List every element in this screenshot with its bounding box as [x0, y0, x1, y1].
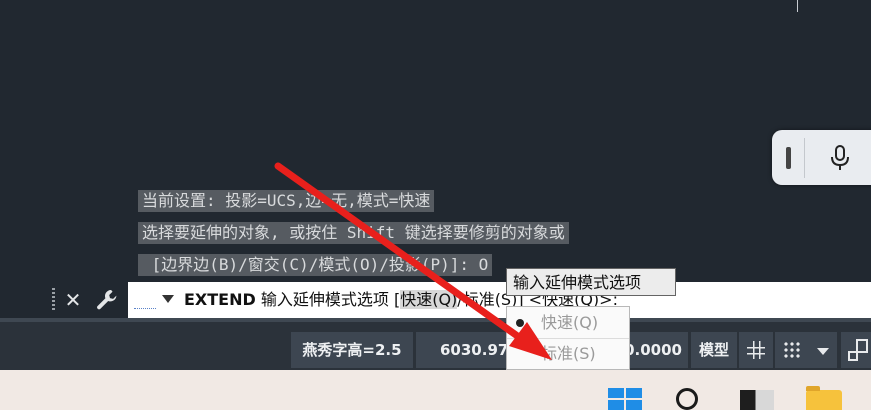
windows-taskbar: [0, 370, 871, 410]
command-line-grip-icon[interactable]: [52, 288, 55, 312]
option-tooltip: 输入延伸模式选项: [506, 268, 676, 296]
text-height-display[interactable]: 燕秀字高=2.5: [291, 332, 413, 368]
drag-handle-icon[interactable]: [786, 147, 791, 169]
file-explorer-icon[interactable]: [806, 386, 842, 410]
model-space-button[interactable]: 模型: [691, 332, 737, 368]
menu-item-standard[interactable]: 标准(S): [507, 339, 629, 369]
command-history-line: 当前设置: 投影=UCS,边=无,模式=快速: [138, 190, 435, 212]
voice-input-bar[interactable]: [772, 130, 871, 185]
wrench-icon[interactable]: [94, 287, 120, 313]
menu-item-quick[interactable]: 快速(Q): [507, 308, 629, 338]
snap-dropdown-icon[interactable]: [817, 348, 829, 355]
search-icon[interactable]: [676, 388, 698, 410]
command-prompt-icon: [134, 292, 156, 309]
recent-commands-dropdown-icon[interactable]: [162, 295, 174, 303]
command-history-line: 选择要延伸的对象, 或按住 Shift 键选择要修剪的对象或: [138, 222, 569, 244]
app-icon[interactable]: [740, 390, 774, 410]
ortho-icon: [848, 339, 868, 361]
menu-item-label: 标准(S): [541, 344, 596, 363]
option-quick-link[interactable]: 快速(Q): [400, 290, 458, 309]
grid-toggle-button[interactable]: [739, 332, 773, 368]
command-line-input[interactable]: EXTEND 输入延伸模式选项 [快速(Q)/标准(S)] <快速(Q)>:: [128, 282, 871, 318]
close-icon[interactable]: ✕: [62, 287, 84, 313]
command-name: EXTEND: [184, 290, 256, 309]
command-line-toolbar: ✕: [40, 282, 128, 318]
command-history-line: [边界边(B)/窗交(C)/模式(O)/投影(P)]: O: [138, 254, 493, 276]
status-bar: 燕秀字高=2.5 6030.97 0.0000 模型: [0, 318, 871, 370]
crosshair-cursor: [797, 0, 798, 12]
command-prompt-text: 输入延伸模式选项 [: [255, 290, 401, 309]
extend-mode-menu: 快速(Q) 标准(S): [506, 306, 630, 370]
snap-icon: [783, 341, 801, 359]
microphone-icon[interactable]: [828, 145, 852, 171]
grid-icon: [747, 341, 765, 359]
menu-item-label: 快速(Q): [541, 313, 599, 332]
windows-start-icon[interactable]: [608, 388, 644, 410]
ortho-toggle-button[interactable]: [841, 332, 871, 368]
divider: [804, 138, 805, 178]
selected-bullet-icon: [516, 319, 524, 327]
